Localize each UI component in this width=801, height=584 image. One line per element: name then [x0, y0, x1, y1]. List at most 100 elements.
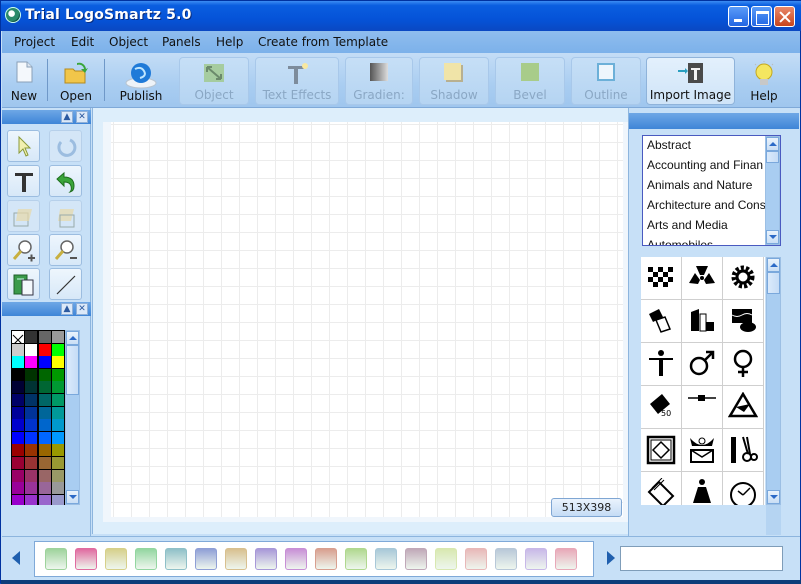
- color-swatch[interactable]: [51, 444, 64, 457]
- color-swatch[interactable]: [25, 444, 38, 457]
- category-item[interactable]: Accounting and Finan: [647, 158, 763, 172]
- scroll-thumb[interactable]: [66, 345, 79, 395]
- scroll-down-button[interactable]: [66, 490, 79, 504]
- color-swatch[interactable]: [25, 381, 38, 394]
- category-item[interactable]: Animals and Nature: [647, 178, 752, 192]
- menu-object[interactable]: Object: [109, 35, 148, 49]
- color-swatch[interactable]: [51, 356, 64, 369]
- symbol-tile[interactable]: [723, 472, 764, 505]
- color-swatch[interactable]: [38, 356, 51, 369]
- palette-scrollbar[interactable]: [65, 330, 80, 505]
- symbol-tile[interactable]: [723, 386, 764, 429]
- scroll-thumb[interactable]: [767, 272, 780, 294]
- close-button[interactable]: [774, 6, 795, 27]
- publish-button[interactable]: Publish: [114, 57, 168, 105]
- style-swatch[interactable]: [105, 548, 127, 570]
- new-button[interactable]: New: [6, 57, 42, 105]
- line-tool[interactable]: [49, 268, 82, 300]
- select-tool[interactable]: [7, 130, 40, 162]
- style-swatch[interactable]: [435, 548, 457, 570]
- color-swatch[interactable]: [12, 482, 24, 495]
- color-swatch[interactable]: [25, 457, 38, 469]
- symbol-tile[interactable]: [682, 300, 723, 343]
- symbol-tile[interactable]: [641, 429, 682, 472]
- menu-create-from-template[interactable]: Create from Template: [258, 35, 388, 49]
- scroll-thumb[interactable]: [766, 151, 779, 163]
- title-bar[interactable]: Trial LogoSmartz 5.0: [1, 1, 801, 31]
- scroll-up-button[interactable]: [767, 258, 780, 272]
- category-item[interactable]: Arts and Media: [647, 218, 728, 232]
- category-list[interactable]: Abstract Accounting and Finan Animals an…: [642, 135, 781, 246]
- bring-forward-tool[interactable]: [7, 200, 40, 232]
- scroll-down-button[interactable]: [767, 490, 780, 504]
- style-swatch[interactable]: [315, 548, 337, 570]
- menu-edit[interactable]: Edit: [71, 35, 94, 49]
- close-colors-button[interactable]: ✕: [76, 303, 88, 315]
- style-swatch[interactable]: [135, 548, 157, 570]
- color-swatch[interactable]: [25, 494, 38, 505]
- color-swatch[interactable]: [38, 494, 51, 505]
- no-color-swatch[interactable]: [12, 331, 24, 346]
- color-swatch[interactable]: [51, 406, 64, 419]
- color-swatch[interactable]: [12, 431, 24, 444]
- send-backward-tool[interactable]: [49, 200, 82, 232]
- collapse-colors-button[interactable]: ▲: [61, 303, 73, 315]
- text-effects-button[interactable]: Text Effects: [255, 57, 339, 105]
- style-swatch[interactable]: [495, 548, 517, 570]
- color-swatch[interactable]: [51, 368, 64, 381]
- color-swatch[interactable]: [38, 381, 51, 394]
- symbol-tile[interactable]: [682, 343, 723, 386]
- color-swatch[interactable]: [25, 419, 38, 432]
- color-swatch[interactable]: [38, 406, 51, 419]
- color-swatch[interactable]: [12, 469, 24, 482]
- color-swatch[interactable]: [12, 494, 24, 505]
- collapse-panel-button[interactable]: ▲: [61, 111, 73, 123]
- help-button[interactable]: Help: [743, 57, 785, 105]
- category-item[interactable]: Architecture and Cons: [647, 198, 766, 212]
- maximize-button[interactable]: [751, 6, 772, 27]
- style-swatch[interactable]: [555, 548, 577, 570]
- scroll-down-button[interactable]: [766, 230, 779, 244]
- color-swatch[interactable]: [51, 419, 64, 432]
- style-swatch[interactable]: [165, 548, 187, 570]
- minimize-button[interactable]: [728, 6, 749, 27]
- symbol-tile[interactable]: [641, 472, 682, 505]
- menu-project[interactable]: Project: [14, 35, 55, 49]
- color-swatch[interactable]: [25, 482, 38, 495]
- color-swatch[interactable]: [51, 469, 64, 482]
- color-swatch[interactable]: [38, 457, 51, 469]
- symbol-tile[interactable]: [723, 343, 764, 386]
- style-swatch[interactable]: [285, 548, 307, 570]
- style-swatch[interactable]: [405, 548, 427, 570]
- color-swatch[interactable]: [38, 394, 51, 406]
- style-swatch[interactable]: [225, 548, 247, 570]
- menu-panels[interactable]: Panels: [162, 35, 201, 49]
- color-swatch[interactable]: [51, 431, 64, 444]
- style-swatch[interactable]: [525, 548, 547, 570]
- color-swatch[interactable]: [12, 356, 24, 369]
- color-swatch[interactable]: [12, 394, 24, 406]
- color-swatch[interactable]: [38, 431, 51, 444]
- color-swatch[interactable]: [12, 381, 24, 394]
- zoom-out-tool[interactable]: [49, 234, 82, 266]
- color-swatch[interactable]: [12, 419, 24, 432]
- text-input[interactable]: [620, 546, 783, 571]
- symbol-tile[interactable]: [682, 472, 723, 505]
- color-swatch[interactable]: [12, 343, 24, 356]
- styles-prev-button[interactable]: [12, 551, 20, 565]
- symbol-tile[interactable]: [641, 343, 682, 386]
- clipboard-tool[interactable]: [7, 268, 40, 300]
- symbol-tile[interactable]: [723, 429, 764, 472]
- symbol-tile[interactable]: [641, 300, 682, 343]
- color-swatch[interactable]: [51, 343, 64, 356]
- color-swatch[interactable]: [12, 406, 24, 419]
- symbol-tile[interactable]: [682, 257, 723, 300]
- symbol-tile[interactable]: [641, 257, 682, 300]
- category-item[interactable]: Automobiles: [647, 238, 713, 245]
- scroll-up-button[interactable]: [66, 331, 79, 345]
- color-swatch[interactable]: [25, 406, 38, 419]
- styles-next-button[interactable]: [607, 551, 615, 565]
- color-swatch[interactable]: [38, 368, 51, 381]
- style-swatch[interactable]: [255, 548, 277, 570]
- object-button[interactable]: Object: [179, 57, 249, 105]
